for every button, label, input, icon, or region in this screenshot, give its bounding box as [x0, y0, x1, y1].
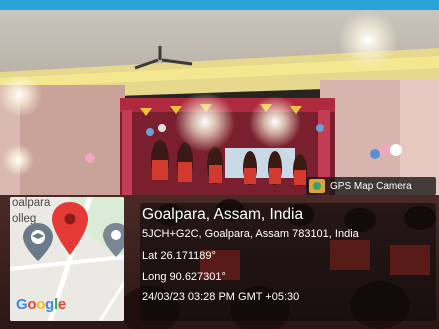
gps-map-camera-badge: GPS Map Camera: [306, 177, 436, 195]
longitude-text: Long 90.627301°: [142, 271, 226, 283]
photo-frame: GPS Map Camera oalpara olleg Google Goal…: [0, 0, 439, 329]
datetime-text: 24/03/23 03:28 PM GMT +05:30: [142, 291, 300, 303]
frame-border: [0, 0, 439, 10]
gps-map-camera-icon: [309, 179, 325, 193]
google-logo: Google: [16, 296, 66, 313]
place-title: Goalpara, Assam, India: [142, 206, 304, 223]
location-map-thumbnail: oalpara olleg Google: [10, 197, 124, 321]
location-info-panel: Goalpara, Assam, India 5JCH+G2C, Goalpar…: [140, 203, 436, 321]
address-text: 5JCH+G2C, Goalpara, Assam 783101, India: [142, 228, 359, 240]
location-pin-gray-icon: [103, 223, 124, 257]
school-pin-icon: [23, 223, 53, 261]
gps-map-camera-label: GPS Map Camera: [330, 180, 412, 192]
location-pin-icon: [52, 202, 88, 255]
latitude-text: Lat 26.171189°: [142, 250, 216, 262]
